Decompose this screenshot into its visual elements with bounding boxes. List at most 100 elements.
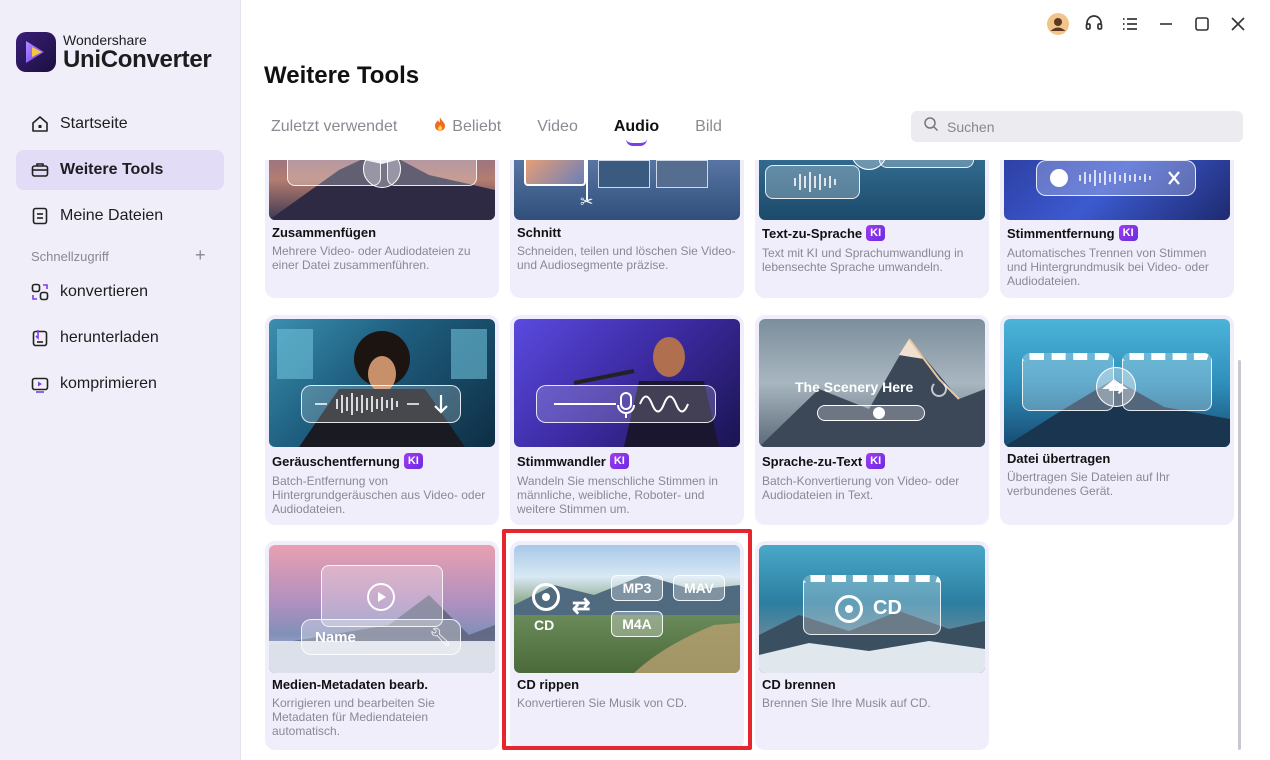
tool-thumbnail: ✂ [514,160,740,220]
headset-support-icon[interactable] [1076,12,1112,36]
sidebar-item-label: Weitere Tools [60,161,164,178]
tool-thumbnail: CD ⇄ MP3 MAV M4A [514,545,740,673]
scissors-icon: ✂ [580,194,594,211]
tool-thumbnail [269,319,495,447]
minimize-icon[interactable] [1148,12,1184,36]
tab-bild[interactable]: Bild [695,118,722,146]
tool-thumbnail: The Scenery Here [759,319,985,447]
sidebar-item-label: komprimieren [60,375,157,392]
tab-beliebt[interactable]: Beliebt [433,116,501,147]
brand-large: UniConverter [63,45,212,73]
tab-label: Bild [695,117,722,135]
transfer-arrows-icon: ⇆ [1096,367,1136,407]
tool-card-datei-uebertragen[interactable]: ⇆ Datei übertragen Übertragen Sie Dateie… [1000,315,1234,525]
tool-card-medien-metadaten[interactable]: Name 🔧︎ Medien-Metadaten bearb. Korrigie… [265,541,499,750]
menu-list-icon[interactable] [1112,12,1148,36]
tool-title: Sprache-zu-Text KI [762,453,886,469]
tool-card-zusammenfuegen[interactable]: Zusammenfügen Mehrere Video- oder Audiod… [265,160,499,298]
sidebar-item-komprimieren[interactable]: komprimieren [16,364,224,404]
quick-access-label: Schnellzugriff [31,249,109,264]
toolbox-icon [30,160,50,180]
search-input[interactable] [947,118,1227,135]
sidebar-item-startseite[interactable]: Startseite [16,104,224,144]
tab-audio[interactable]: Audio [614,118,659,146]
tool-title: Text-zu-Sprache KI [762,225,886,241]
tab-video[interactable]: Video [537,118,578,146]
thumbnail-caption: The Scenery Here [795,379,914,395]
fire-icon [433,116,447,137]
tool-description: Automatisches Trennen von Stimmen und Hi… [1007,246,1209,288]
tool-card-sprache-zu-text[interactable]: The Scenery Here Sprache-zu-Text KI Batch… [755,315,989,525]
tool-card-schnitt[interactable]: ✂ Schnitt Schneiden, teilen und löschen … [510,160,744,298]
vertical-scrollbar[interactable] [1238,360,1241,750]
page-title: Weitere Tools [264,62,420,89]
search-box[interactable] [911,111,1243,142]
sidebar-item-label: Startseite [60,115,128,132]
tool-description: Batch-Konvertierung von Video- oder Audi… [762,474,960,502]
tool-description: Wandeln Sie menschliche Stimmen in männl… [517,474,718,516]
cd-disc-icon [835,595,863,623]
ki-badge: KI [866,453,886,469]
app-logo: Wondershare UniConverter [16,31,212,73]
tool-title-text: Stimmentfernung [1007,225,1115,241]
window-controls [1040,12,1256,36]
tab-label: Audio [613,117,660,135]
tool-description: Konvertieren Sie Musik von CD. [517,696,688,710]
cd-disc-icon [532,583,560,611]
user-avatar[interactable] [1040,12,1076,36]
tool-card-text-zu-sprache[interactable]: Text-zu-Sprache KI Text mit KI und Sprach… [755,160,989,298]
tool-description: Übertragen Sie Dateien auf Ihr verbunden… [1007,470,1170,498]
tool-title: Schnitt [517,225,562,240]
tool-card-cd-brennen[interactable]: CD CD brennen Brennen Sie Ihre Musik auf… [755,541,989,750]
sidebar-item-weitere-tools[interactable]: Weitere Tools [16,150,224,190]
tab-label: Zuletzt verwendet [271,117,398,135]
play-icon [367,583,395,611]
download-icon [30,328,50,348]
tool-title: CD brennen [762,677,836,692]
brand-small: Wondershare [63,31,147,48]
sidebar-item-konvertieren[interactable]: konvertieren [16,272,224,312]
sidebar-item-herunterladen[interactable]: herunterladen [16,318,224,358]
tool-title: Medien-Metadaten bearb. [272,677,429,692]
tool-thumbnail: CD [759,545,985,673]
tab-zuletzt-verwendet[interactable]: Zuletzt verwendet [271,118,397,146]
tool-thumbnail [759,160,985,220]
tool-title-text: Geräuschentfernung [272,453,400,469]
tool-title-text: Stimmwandler [517,453,606,469]
sidebar-item-label: Meine Dateien [60,207,164,224]
tool-title: Stimmwandler KI [517,453,629,469]
wrench-icon: 🔧︎ [429,627,452,647]
sidebar-item-meine-dateien[interactable]: Meine Dateien [16,196,224,236]
tool-title-text: Text-zu-Sprache [762,225,863,241]
maximize-icon[interactable] [1184,12,1220,36]
tool-description: Text mit KI und Sprachumwandlung in lebe… [762,246,964,274]
ki-badge: KI [403,453,423,469]
ki-badge: KI [609,453,629,469]
loading-spinner-icon [931,381,947,397]
search-icon [923,116,939,137]
tool-title: Geräuschentfernung KI [272,453,423,469]
tool-title: Stimmentfernung KI [1007,225,1138,241]
tool-title: Zusammenfügen [272,225,377,240]
tool-description: Batch-Entfernung von Hintergrundgeräusch… [272,474,486,516]
tab-label: Beliebt [452,117,502,135]
thumbnail-caption: Name [315,629,356,646]
tool-title-text: Sprache-zu-Text [762,453,863,469]
close-icon[interactable] [1220,12,1256,36]
tool-card-stimmwandler[interactable]: Stimmwandler KI Wandeln Sie menschliche S… [510,315,744,525]
thumbnail-cd-label: CD [534,617,555,633]
tool-thumbnail [514,319,740,447]
convert-arrows-icon: ⇄ [572,593,591,618]
ki-badge: KI [1118,225,1138,241]
thumbnail-caption: CD [873,597,902,619]
tool-thumbnail [1004,160,1230,220]
uniconverter-logo-icon [16,32,56,72]
tool-card-cd-rippen[interactable]: CD ⇄ MP3 MAV M4A CD rippen Konvertieren … [510,541,744,750]
sidebar-item-label: herunterladen [60,329,159,346]
sidebar-item-label: konvertieren [60,283,149,300]
convert-icon [30,282,50,302]
tool-card-geraeuschentfernung[interactable]: Geräuschentfernung KI Batch-Entfernung vo… [265,315,499,525]
add-quick-access-button[interactable]: + [195,245,206,266]
tool-thumbnail: ⇆ [1004,319,1230,447]
tool-card-stimmentfernung[interactable]: Stimmentfernung KI Automatisches Trennen … [1000,160,1234,298]
